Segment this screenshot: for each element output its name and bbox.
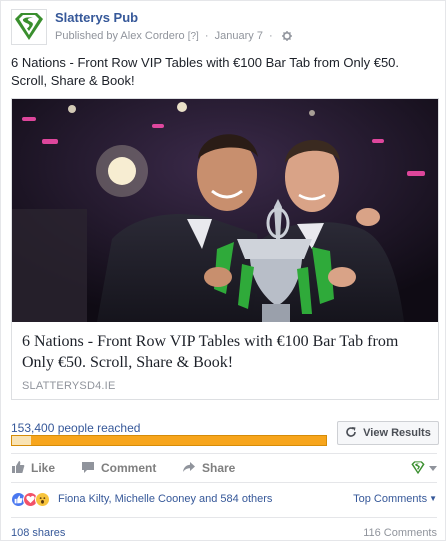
like-button[interactable]: Like — [11, 457, 55, 479]
divider-3 — [11, 517, 437, 518]
reactions-summary[interactable]: Fiona Kilty, Michelle Cooney and 584 oth… — [11, 490, 272, 508]
superman-shield-logo-small — [411, 461, 425, 475]
reaction-names[interactable]: Fiona Kilty, Michelle Cooney and 584 oth… — [58, 493, 272, 505]
share-arrow-icon — [182, 460, 196, 477]
meta-separator: · — [204, 30, 209, 42]
divider-2 — [11, 482, 437, 483]
shares-count[interactable]: 108 shares — [11, 527, 65, 539]
chevron-down-icon — [429, 461, 437, 475]
share-button[interactable]: Share — [182, 457, 235, 479]
view-results-label: View Results — [363, 427, 431, 439]
thumbs-up-icon — [11, 460, 25, 477]
link-preview[interactable]: 6 Nations - Front Row VIP Tables with €1… — [11, 98, 439, 400]
people-reached-link[interactable]: 153,400 people reached — [11, 421, 140, 435]
post-meta: Published by Alex Cordero [?] · January … — [55, 30, 292, 44]
comment-icon — [81, 460, 95, 477]
preview-caption[interactable]: 6 Nations - Front Row VIP Tables with €1… — [12, 322, 438, 399]
preview-photo[interactable] — [12, 99, 438, 322]
help-mark[interactable]: [?] — [188, 31, 199, 42]
reaction-icons — [11, 491, 50, 507]
caret-down-icon: ▼ — [429, 494, 437, 503]
divider — [11, 453, 437, 454]
comments-count[interactable]: 116 Comments — [363, 527, 437, 539]
view-results-button[interactable]: View Results — [337, 421, 439, 445]
preview-title[interactable]: 6 Nations - Front Row VIP Tables with €1… — [22, 331, 428, 373]
post-text: 6 Nations - Front Row VIP Tables with €1… — [11, 55, 400, 88]
wow-reaction-icon — [35, 491, 50, 507]
superman-shield-logo — [15, 13, 43, 40]
reach-organic-fill — [12, 436, 31, 445]
meta-separator-2: · — [269, 30, 273, 42]
post-date[interactable]: January 7 — [215, 30, 263, 42]
refresh-icon — [345, 426, 357, 441]
page-name-link[interactable]: Slatterys Pub — [55, 10, 138, 25]
action-bar: Like Comment Share — [11, 457, 437, 479]
comment-label: Comment — [101, 461, 157, 475]
published-by[interactable]: Published by Alex Cordero — [55, 30, 185, 42]
post-card: Slatterys Pub Published by Alex Cordero … — [0, 0, 446, 541]
top-comments-dropdown[interactable]: Top Comments ▼ — [353, 493, 437, 505]
reach-bar — [11, 435, 327, 446]
page-identity-switcher[interactable] — [410, 460, 437, 476]
preview-domain: SLATTERYSD4.IE — [22, 380, 116, 392]
gear-icon[interactable] — [281, 31, 292, 44]
top-comments-label: Top Comments — [353, 493, 428, 505]
page-avatar[interactable] — [11, 9, 47, 45]
trophy-photo — [12, 99, 438, 322]
comment-button[interactable]: Comment — [81, 457, 156, 479]
like-label: Like — [31, 461, 56, 475]
share-label: Share — [202, 461, 236, 475]
